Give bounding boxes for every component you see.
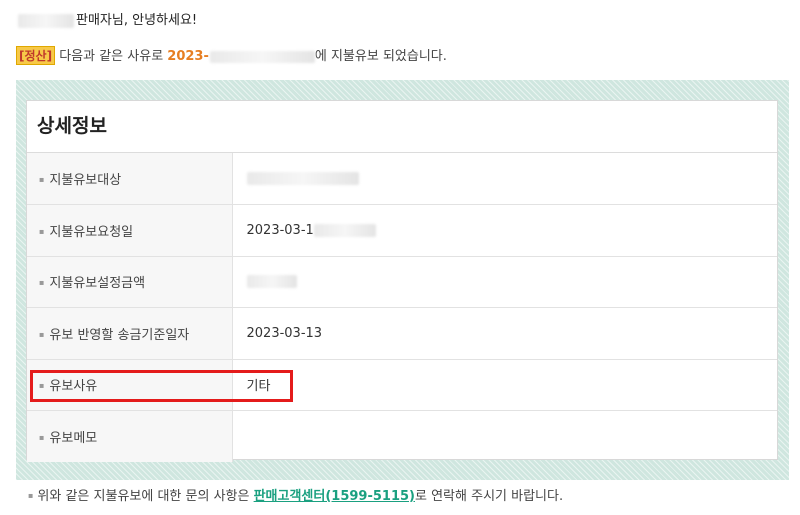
redacted-value <box>313 223 376 237</box>
redacted-seller-name <box>18 13 74 28</box>
row-value-payment-hold-target <box>232 153 777 205</box>
table-row: 유보 반영할 송금기준일자 2023-03-13 <box>27 307 777 360</box>
row-value-hold-amount <box>232 256 777 308</box>
details-panel: 상세정보 지불유보대상 지불유보요청일 2023-03-1 지불유보설정금액 유… <box>26 100 778 462</box>
table-row: 지불유보설정금액 <box>27 256 777 308</box>
row-label-request-date: 지불유보요청일 <box>27 204 233 257</box>
notice-text-after: 에 지불유보 되었습니다. <box>314 49 447 64</box>
footer-text-before: 위와 같은 지불유보에 대한 문의 사항은 <box>37 489 250 504</box>
greeting-text: 판매자님, 안녕하세요! <box>76 13 198 28</box>
row-label-hold-memo: 유보메모 <box>27 410 233 462</box>
table-row: 지불유보대상 <box>27 153 777 205</box>
redacted-date <box>209 50 315 63</box>
row-value-remittance-date: 2023-03-13 <box>232 307 777 360</box>
notice-text-before: 다음과 같은 사유로 <box>59 49 164 64</box>
bullet-icon: ▪ <box>28 491 34 500</box>
highlight-box <box>30 370 293 402</box>
redacted-value <box>246 275 297 289</box>
details-frame: 상세정보 지불유보대상 지불유보요청일 2023-03-1 지불유보설정금액 유… <box>16 80 789 480</box>
details-table: 지불유보대상 지불유보요청일 2023-03-1 지불유보설정금액 유보 반영할… <box>27 153 777 462</box>
footer-text-after: 로 연락해 주시기 바랍니다. <box>415 489 564 504</box>
footer-note: ▪ 위와 같은 지불유보에 대한 문의 사항은 판매고객센터(1599-5115)… <box>28 485 563 504</box>
redacted-value <box>246 172 359 185</box>
row-label-payment-hold-target: 지불유보대상 <box>27 153 233 205</box>
row-label-hold-amount: 지불유보설정금액 <box>27 256 233 308</box>
customer-center-link[interactable]: 판매고객센터(1599-5115) <box>254 489 415 504</box>
row-value-request-date: 2023-03-1 <box>232 204 777 257</box>
details-title: 상세정보 <box>27 101 777 153</box>
row-value-hold-memo <box>232 411 777 463</box>
notice-line: [정산] 다음과 같은 사유로 2023- 에 지불유보 되었습니다. <box>16 45 447 65</box>
notice-date: 2023- <box>167 49 315 64</box>
settlement-tag: [정산] <box>16 46 56 65</box>
table-row: 유보메모 <box>27 410 777 463</box>
greeting-line: 판매자님, 안녕하세요! <box>18 9 197 28</box>
row-label-remittance-date: 유보 반영할 송금기준일자 <box>27 307 233 360</box>
table-row: 지불유보요청일 2023-03-1 <box>27 204 777 257</box>
row-value-hold-reason: 기타 <box>232 359 777 411</box>
